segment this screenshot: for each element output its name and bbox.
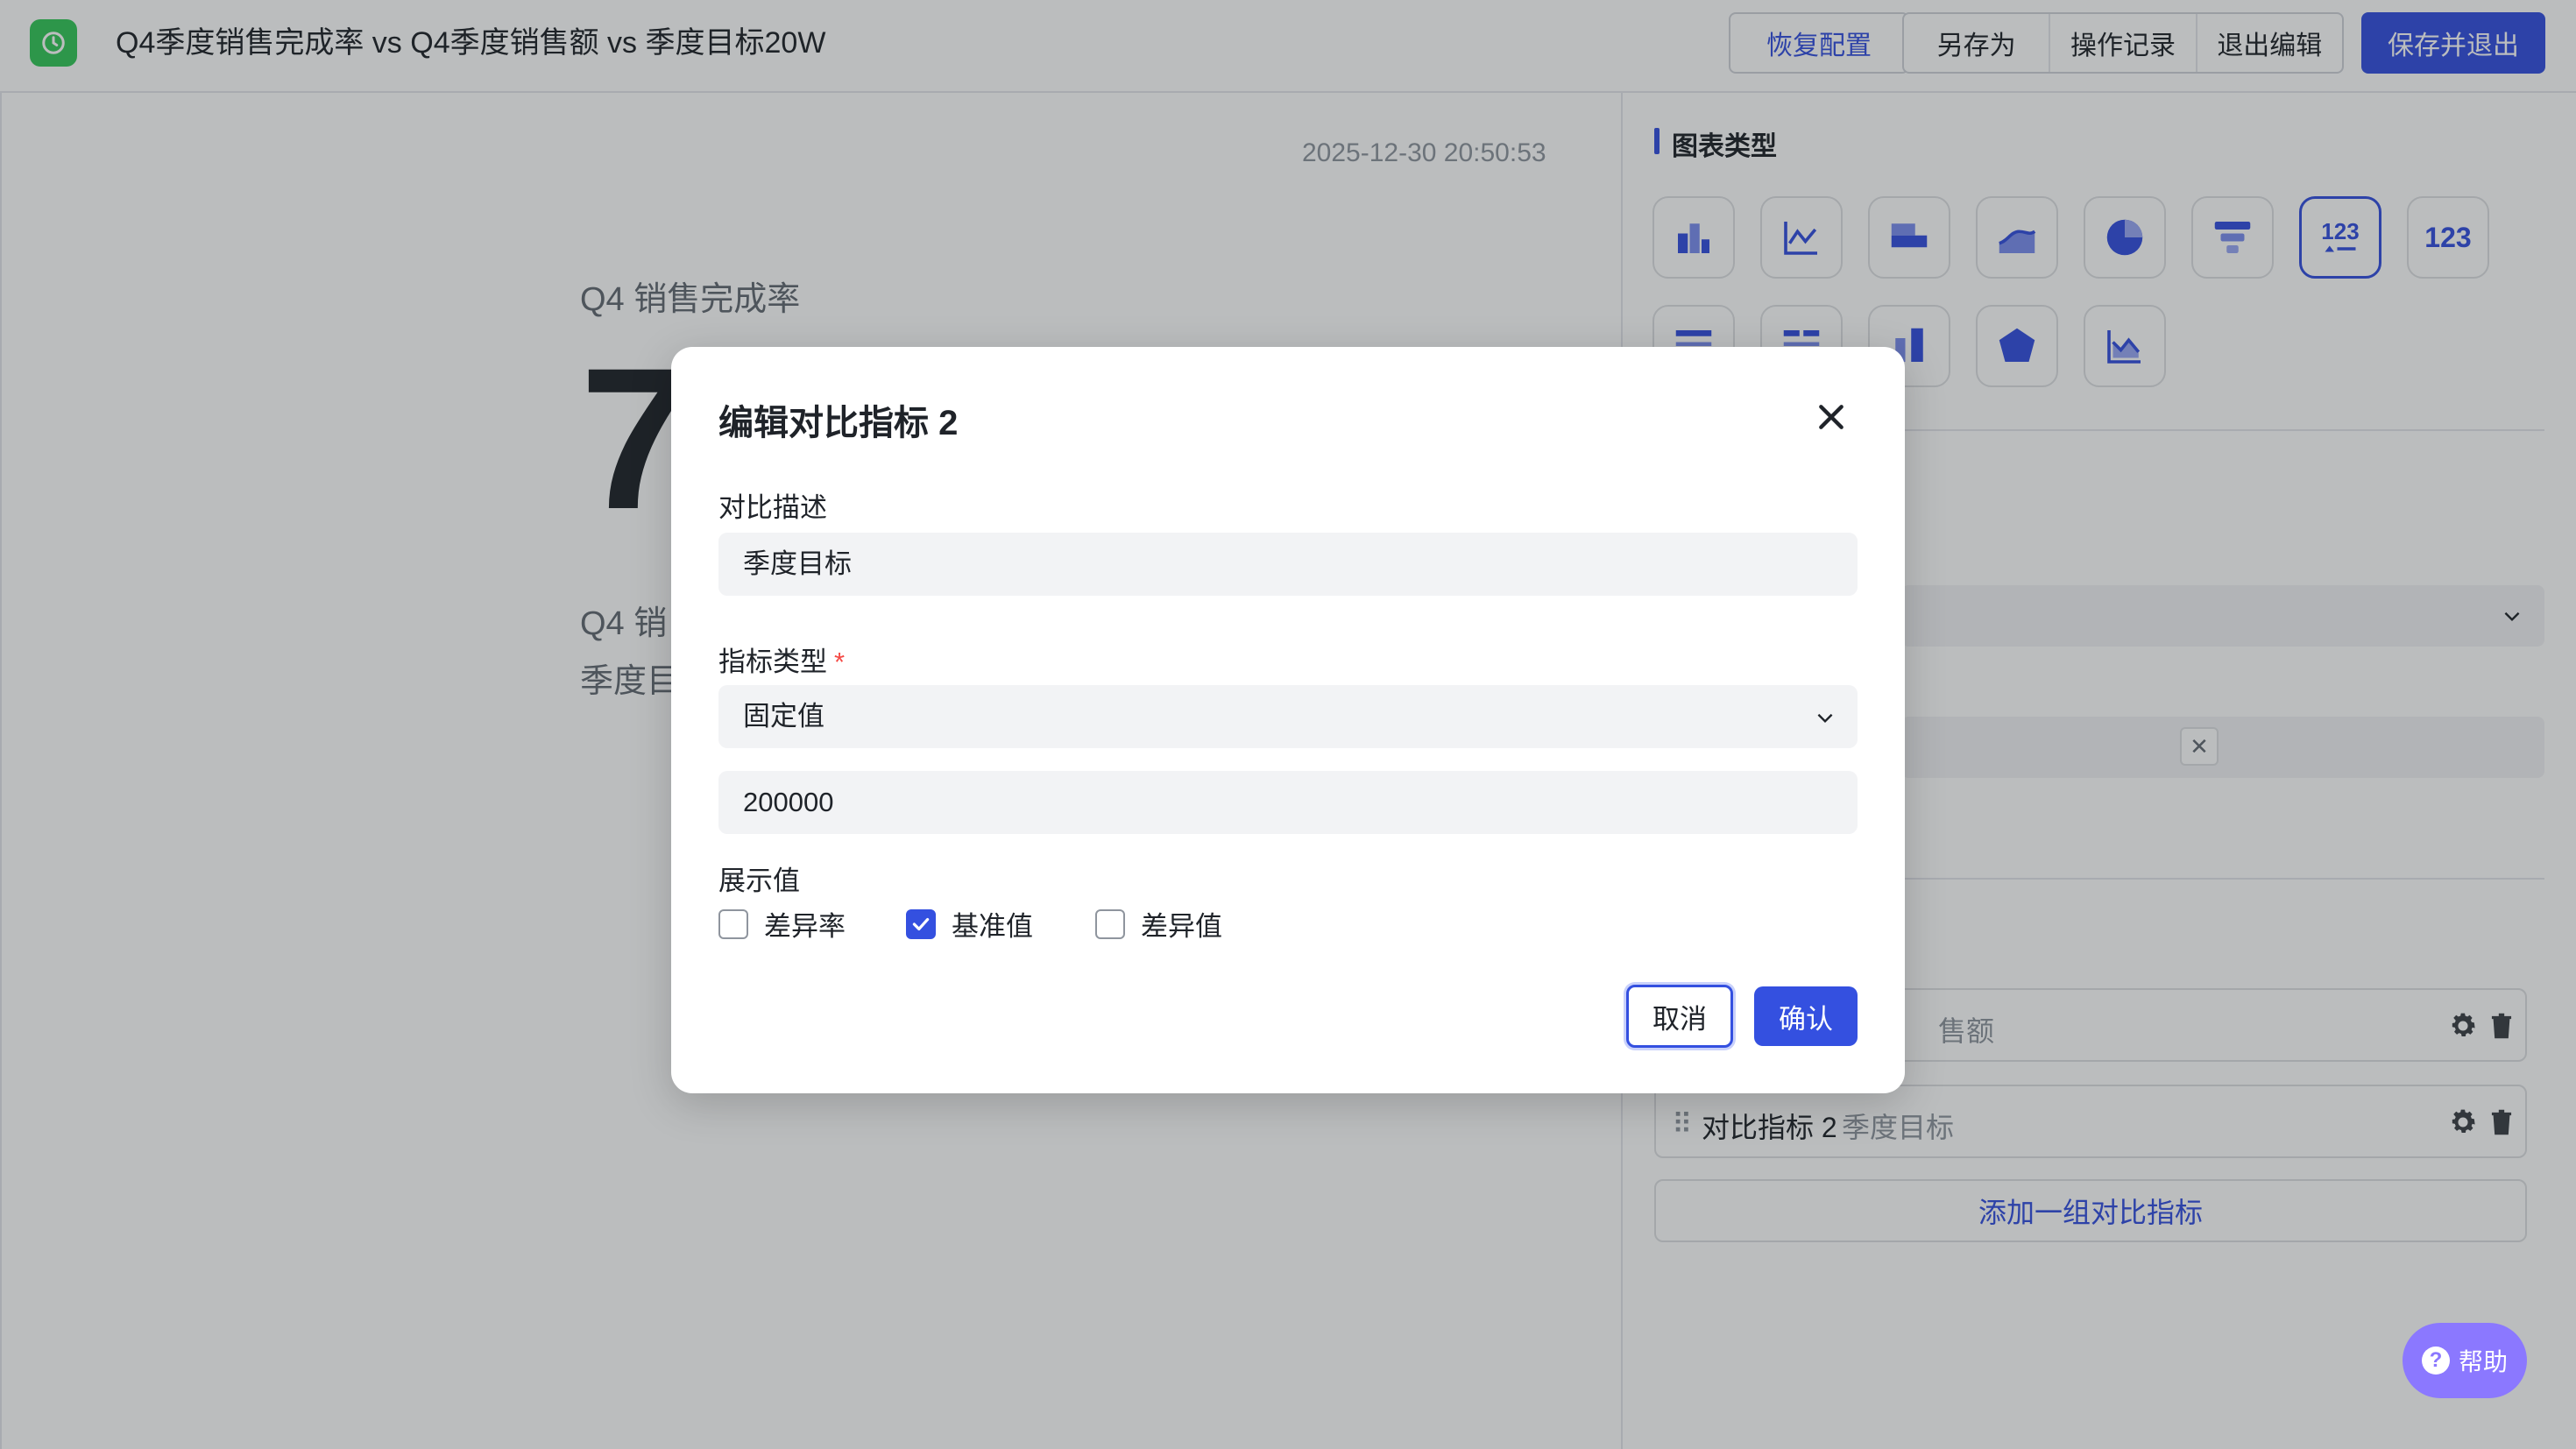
required-mark: * bbox=[834, 647, 846, 677]
edit-compare-metric-dialog: 编辑对比指标 2 对比描述 季度目标 指标类型 * 固定值 200000 展示值 … bbox=[671, 347, 1905, 1093]
type-select-value: 固定值 bbox=[743, 701, 824, 732]
help-label: 帮助 bbox=[2458, 1348, 2508, 1375]
cancel-button[interactable]: 取消 bbox=[1626, 985, 1733, 1048]
checkbox-label: 差异率 bbox=[764, 911, 846, 942]
checkbox-box[interactable] bbox=[906, 908, 936, 939]
checkbox-box[interactable] bbox=[718, 908, 748, 939]
fixed-value-input[interactable]: 200000 bbox=[718, 771, 1858, 834]
help-button[interactable]: ? 帮助 bbox=[2403, 1323, 2527, 1398]
checkbox-diff-value[interactable]: 差异值 bbox=[1095, 904, 1222, 944]
close-icon[interactable] bbox=[1814, 399, 1849, 435]
desc-label: 对比描述 bbox=[718, 492, 827, 523]
desc-input[interactable]: 季度目标 bbox=[718, 533, 1858, 596]
type-label-text: 指标类型 bbox=[718, 647, 827, 677]
checkbox-base-value[interactable]: 基准值 bbox=[906, 904, 1033, 944]
check-icon bbox=[912, 917, 930, 930]
checkbox-box[interactable] bbox=[1095, 908, 1125, 939]
display-label: 展示值 bbox=[718, 866, 800, 896]
dialog-title: 编辑对比指标 2 bbox=[718, 404, 959, 442]
checkbox-diff-rate[interactable]: 差异率 bbox=[718, 904, 846, 944]
help-circle-icon: ? bbox=[2421, 1347, 2450, 1375]
checkbox-label: 基准值 bbox=[952, 911, 1033, 942]
type-label: 指标类型 * bbox=[718, 640, 845, 679]
checkbox-label: 差异值 bbox=[1141, 911, 1222, 942]
confirm-button[interactable]: 确认 bbox=[1754, 986, 1858, 1046]
chevron-down-icon bbox=[1817, 713, 1833, 724]
type-select[interactable]: 固定值 bbox=[718, 685, 1858, 748]
